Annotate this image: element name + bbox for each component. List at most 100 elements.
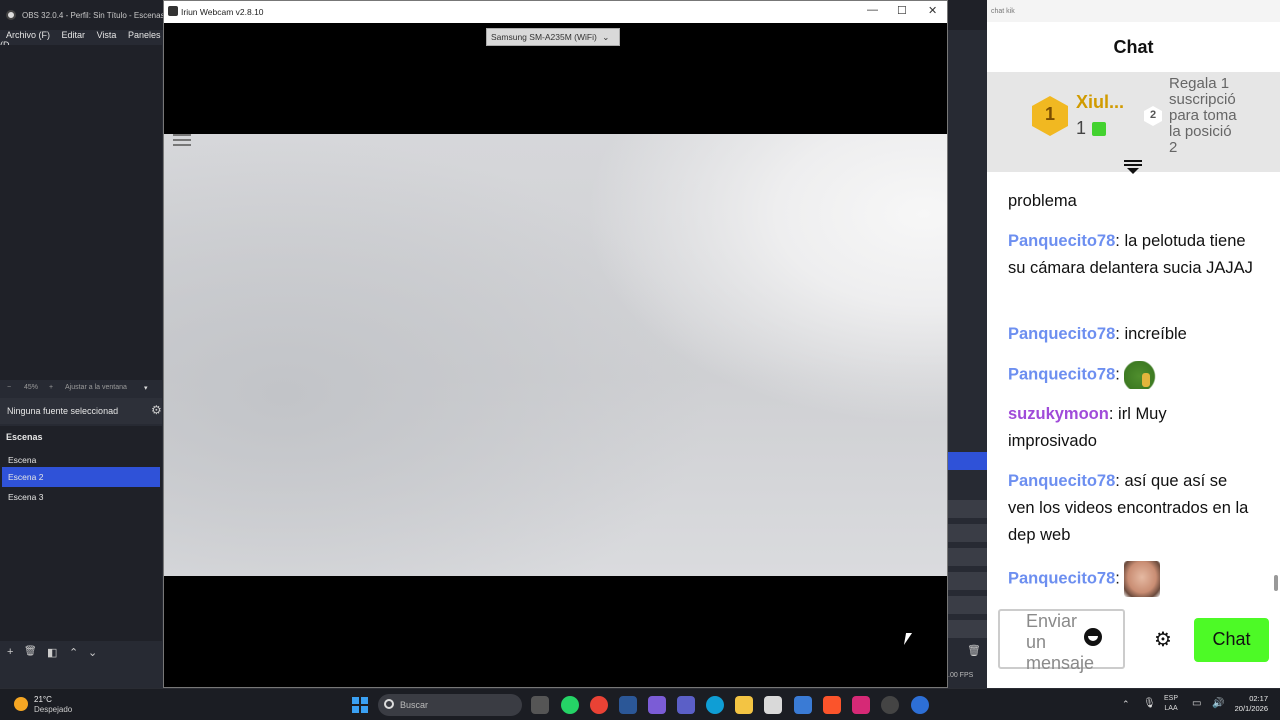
minimize-button[interactable]: —: [867, 4, 878, 16]
dock-row[interactable]: [948, 548, 988, 566]
zoom-in-button[interactable]: +: [49, 384, 53, 391]
word-icon[interactable]: [619, 696, 637, 714]
gift-leaderboard: 1 Xiul... 1 2 Regala 1 suscripció para t…: [987, 72, 1280, 174]
obs-menubar: Archivo (F) Editar Vista Paneles (D: [0, 30, 165, 50]
scene-item-selected[interactable]: Escena 2: [2, 467, 160, 487]
move-up-icon[interactable]: ⌃: [69, 646, 78, 659]
store-icon[interactable]: [764, 696, 782, 714]
device-select-value: Samsung SM-A235M (WiFi): [491, 32, 597, 42]
message-username[interactable]: Panquecito78: [1008, 365, 1115, 383]
obs-right-docks: 🗑: [948, 30, 988, 688]
message-username[interactable]: Panquecito78: [1008, 472, 1115, 490]
rank-1-badge: 1: [1032, 96, 1068, 136]
clock-time: 02:17: [1249, 694, 1268, 703]
chat-window: chat kik Chat 1 Xiul... 1 2 Regala 1 sus…: [987, 0, 1280, 688]
taskbar-search[interactable]: Buscar: [378, 694, 522, 716]
tray-overflow-icon[interactable]: ⌃: [1122, 699, 1130, 710]
chat-input[interactable]: Enviar un mensaje: [998, 609, 1125, 673]
menu-icon[interactable]: [173, 134, 191, 148]
menu-editar[interactable]: Editar: [62, 30, 86, 40]
mail-icon[interactable]: [794, 696, 812, 714]
chat-message: Panquecito78:: [1008, 561, 1253, 597]
message-text: :: [1115, 365, 1120, 384]
chat-message: problema: [1008, 188, 1253, 215]
message-username[interactable]: suzukymoon: [1008, 405, 1109, 423]
search-placeholder: Buscar: [400, 700, 429, 710]
teams-icon[interactable]: [677, 696, 695, 714]
send-chat-button[interactable]: Chat: [1194, 618, 1269, 662]
chat-window-title: chat kik: [991, 8, 1015, 15]
gear-icon[interactable]: ⚙: [151, 403, 162, 417]
scenes-dock: Escenas Escena Escena 2 Escena 3: [0, 426, 162, 641]
gift-icon: [1092, 122, 1106, 136]
move-down-icon[interactable]: ⌄: [88, 646, 97, 659]
network-volume-icons[interactable]: ▭ 🔊: [1192, 698, 1229, 709]
emoji-icon[interactable]: [1084, 628, 1102, 646]
scene-tools: + 🗑 ◧ ⌃ ⌄: [0, 645, 162, 663]
chat-header: Chat: [987, 22, 1280, 72]
microphone-icon[interactable]: 🎙: [1143, 698, 1156, 709]
weather-sun-icon[interactable]: [14, 697, 28, 711]
pepe-emote-icon: [1124, 361, 1163, 389]
maximize-button[interactable]: ☐: [897, 4, 907, 17]
obs-taskbar-icon[interactable]: [881, 696, 899, 714]
trash-icon[interactable]: 🗑: [967, 644, 981, 657]
brave-icon[interactable]: [823, 696, 841, 714]
scene-label: Escena: [8, 455, 37, 465]
scenes-header: Escenas: [6, 432, 43, 442]
iriun-taskbar-icon[interactable]: [911, 696, 929, 714]
chat-message: suzukymoon: irl Muy improsivado: [1008, 401, 1253, 455]
rank-1-username[interactable]: Xiul...: [1076, 92, 1124, 113]
close-button[interactable]: ✕: [928, 4, 937, 17]
rank-2-prompt[interactable]: Regala 1 suscripció para toma la posició…: [1169, 76, 1245, 156]
chat-message: Panquecito78: la pelotuda tiene su cámar…: [1008, 228, 1253, 282]
weather-desc[interactable]: Despejado: [34, 705, 72, 714]
dock-row[interactable]: [948, 524, 988, 542]
message-username[interactable]: Panquecito78: [1008, 232, 1115, 250]
chat-titlebar: chat kik: [987, 0, 1280, 22]
iriun-app-icon: [168, 6, 178, 16]
edge-icon[interactable]: [706, 696, 724, 714]
language-indicator[interactable]: ESP LAA: [1164, 694, 1178, 714]
face-emote-icon: [1124, 561, 1161, 597]
dock-row[interactable]: [948, 620, 988, 638]
menu-vista[interactable]: Vista: [97, 30, 117, 40]
fps-counter: .00 FPS: [948, 672, 974, 679]
trash-icon[interactable]: 🗑: [24, 646, 37, 657]
taskbar: 21°C Despejado Buscar ⌃ 🎙 ESP LAA ▭ 🔊 02…: [0, 688, 1280, 720]
zoom-mode-select[interactable]: Ajustar a la ventana: [65, 384, 127, 391]
task-view-icon[interactable]: [531, 696, 549, 714]
iriun-window: Iriun Webcam v2.8.10 — ☐ ✕ Samsung SM-A2…: [163, 0, 948, 688]
instagram-icon[interactable]: [852, 696, 870, 714]
zoom-bar: − 45% + Ajustar a la ventana ▾: [0, 380, 162, 396]
scene-item[interactable]: Escena 3: [2, 487, 160, 507]
message-text: : increíble: [1115, 325, 1187, 343]
dock-row[interactable]: [948, 596, 988, 614]
obs-logo-icon: [6, 10, 16, 20]
dock-selected-row[interactable]: [948, 452, 988, 470]
zoom-caret-icon[interactable]: ▾: [144, 384, 148, 392]
scene-label: Escena 2: [8, 472, 44, 482]
add-scene-button[interactable]: +: [7, 646, 13, 658]
weather-temp[interactable]: 21°C: [34, 695, 52, 704]
copilot-icon[interactable]: [648, 696, 666, 714]
chat-scrollbar[interactable]: [1274, 575, 1278, 591]
collapse-icon[interactable]: [1124, 160, 1142, 176]
dock-row[interactable]: [948, 572, 988, 590]
clock[interactable]: 02:17 20/1/2026: [1226, 694, 1268, 714]
windows-start-icon[interactable]: [352, 697, 368, 713]
settings-gear-icon[interactable]: ⚙: [1154, 627, 1172, 652]
filter-icon[interactable]: ◧: [47, 646, 57, 659]
message-username[interactable]: Panquecito78: [1008, 569, 1115, 587]
device-select[interactable]: Samsung SM-A235M (WiFi) ⌄: [486, 28, 620, 46]
no-source-label: Ninguna fuente seleccionad: [7, 406, 119, 416]
zoom-out-button[interactable]: −: [7, 384, 11, 391]
chevron-down-icon: ⌄: [602, 32, 610, 42]
message-text: :: [1115, 569, 1120, 588]
whatsapp-icon[interactable]: [561, 696, 579, 714]
chrome-icon[interactable]: [590, 696, 608, 714]
message-username[interactable]: Panquecito78: [1008, 325, 1115, 343]
dock-row[interactable]: [948, 500, 988, 518]
file-explorer-icon[interactable]: [735, 696, 753, 714]
menu-archivo[interactable]: Archivo (F): [6, 30, 50, 40]
